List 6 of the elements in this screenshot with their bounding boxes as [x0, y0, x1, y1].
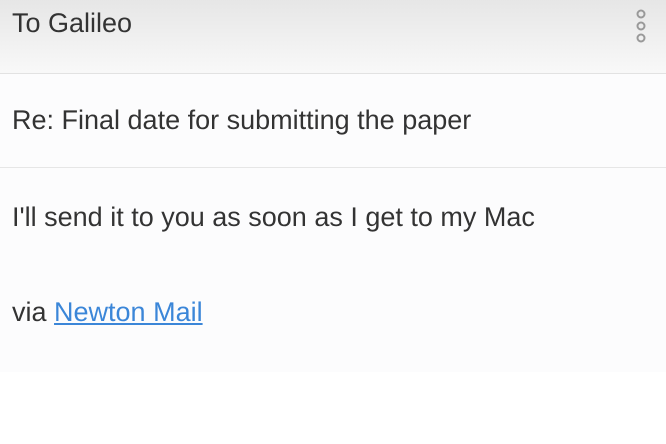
more-options-icon[interactable] [636, 9, 646, 43]
signature-text: via Newton Mail [12, 297, 204, 328]
recipient-label: To Galileo [12, 8, 132, 39]
newton-mail-link[interactable]: Newton Mail [54, 297, 203, 327]
subject-text: Re: Final date for submitting the paper [12, 105, 472, 136]
body-text: I'll send it to you as soon as I get to my Mac [12, 202, 536, 233]
